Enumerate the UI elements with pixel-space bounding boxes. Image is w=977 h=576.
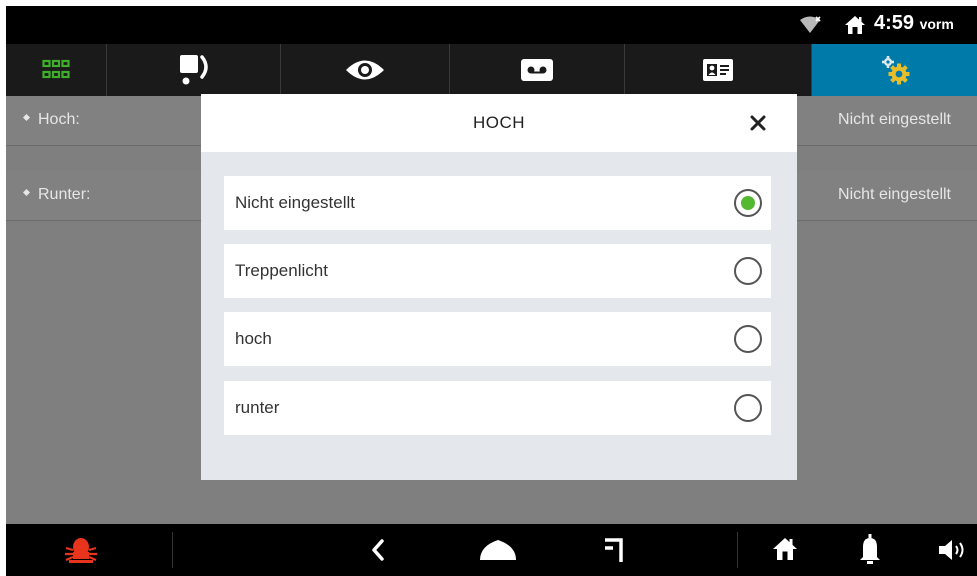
nav-divider [737, 532, 738, 568]
tab-contacts[interactable] [625, 44, 812, 96]
back-icon[interactable] [370, 538, 386, 562]
option-label: Treppenlicht [235, 261, 328, 280]
radio-button[interactable] [734, 325, 762, 353]
tab-intercom[interactable] [107, 44, 281, 96]
row-label-text: Hoch: [38, 111, 80, 128]
row-value: Nicht eingestellt [838, 186, 951, 203]
intercom-phone-icon [179, 55, 208, 85]
dialog-header: HOCH [201, 94, 797, 152]
tab-bar [6, 44, 977, 96]
tab-apps[interactable] [6, 44, 107, 96]
eye-icon [346, 60, 384, 80]
bullet-icon [22, 189, 31, 197]
wifi-icon [800, 16, 821, 33]
grid-icon [42, 59, 70, 79]
settings-gears-icon [881, 56, 909, 85]
selection-dialog: HOCH Nicht eingestellt Treppenlicht hoch… [201, 94, 797, 480]
row-label-text: Runter: [38, 186, 91, 203]
option-label: runter [235, 398, 280, 417]
option-label: hoch [235, 329, 272, 348]
bell-icon[interactable] [859, 533, 881, 565]
row-label: Runter: [22, 186, 91, 204]
option-runter[interactable]: runter [224, 381, 771, 435]
radio-button-checked[interactable] [734, 189, 762, 217]
speaker-icon[interactable] [938, 538, 968, 562]
tab-settings[interactable] [812, 44, 977, 96]
screen: 4:59 vorm Hoch: Nicht eingestellt Runter… [6, 6, 977, 576]
status-bar: 4:59 vorm [6, 6, 977, 44]
dialog-title: HOCH [472, 113, 526, 132]
recent-apps-icon[interactable] [603, 534, 625, 564]
radio-button[interactable] [734, 394, 762, 422]
option-label: Nicht eingestellt [235, 193, 356, 212]
clock-ampm: vorm [919, 16, 954, 32]
radio-button[interactable] [734, 257, 762, 285]
tab-camera[interactable] [281, 44, 450, 96]
home-status-icon [845, 16, 865, 34]
option-hoch[interactable]: hoch [224, 312, 771, 366]
close-icon[interactable] [749, 114, 767, 132]
house-icon[interactable] [772, 536, 798, 562]
contact-card-icon [703, 59, 733, 81]
row-label: Hoch: [22, 111, 80, 129]
row-value: Nicht eingestellt [838, 111, 951, 128]
option-nicht-eingestellt[interactable]: Nicht eingestellt [224, 176, 771, 230]
option-treppenlicht[interactable]: Treppenlicht [224, 244, 771, 298]
tab-voicemail[interactable] [450, 44, 625, 96]
bullet-icon [22, 114, 31, 122]
nav-divider [172, 532, 173, 568]
clock-time: 4:59 [874, 12, 915, 34]
bottom-nav-bar [6, 524, 977, 576]
home-icon[interactable] [478, 538, 518, 562]
clock: 4:59 vorm [874, 12, 954, 35]
alarm-bug-icon[interactable] [63, 534, 99, 564]
voicemail-icon [521, 59, 553, 81]
